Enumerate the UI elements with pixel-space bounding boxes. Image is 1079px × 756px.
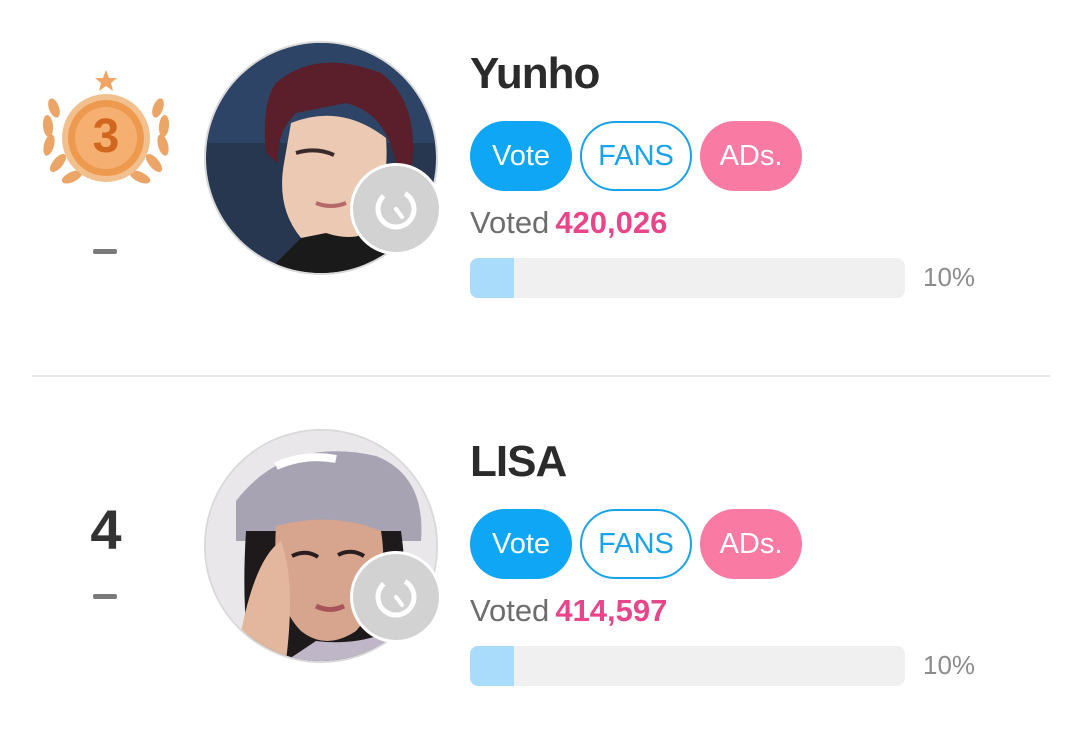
rank-change-indicator — [93, 249, 117, 254]
vote-progress-fill — [470, 258, 514, 298]
rank-number: 4 — [90, 498, 122, 561]
rank-number: 3 — [92, 110, 120, 163]
ads-button[interactable]: ADs. — [700, 121, 802, 191]
vote-progress-bar — [470, 258, 905, 298]
vote-button[interactable]: Vote — [470, 509, 572, 579]
vote-progress-fill — [470, 646, 514, 686]
vote-count: 414,597 — [555, 593, 668, 628]
voted-label: Voted — [470, 205, 550, 240]
vote-count: 420,026 — [555, 205, 668, 240]
fans-button[interactable]: FANS — [580, 509, 692, 579]
rank-change-indicator — [93, 594, 117, 599]
entry-divider — [32, 375, 1050, 377]
vote-progress-bar — [470, 646, 905, 686]
fans-button[interactable]: FANS — [580, 121, 692, 191]
ads-button[interactable]: ADs. — [700, 509, 802, 579]
refresh-badge-icon[interactable] — [350, 551, 442, 643]
vote-percent: 10% — [923, 262, 976, 292]
vote-button[interactable]: Vote — [470, 121, 572, 191]
ranking-entry-lisa: 4 LISA Vote FANS ADs. Voted 414,597 10% — [0, 388, 1079, 748]
artist-name: Yunho — [470, 49, 600, 98]
vote-percent: 10% — [923, 650, 976, 680]
vote-count-row: Voted 414,597 — [470, 593, 667, 629]
refresh-badge-icon[interactable] — [350, 163, 442, 255]
artist-name: LISA — [470, 437, 567, 486]
voted-label: Voted — [470, 593, 550, 628]
vote-count-row: Voted 420,026 — [470, 205, 667, 241]
ranking-entry-yunho: 3 Yunho Vote FANS ADs. Voted 420,026 10% — [0, 0, 1079, 360]
